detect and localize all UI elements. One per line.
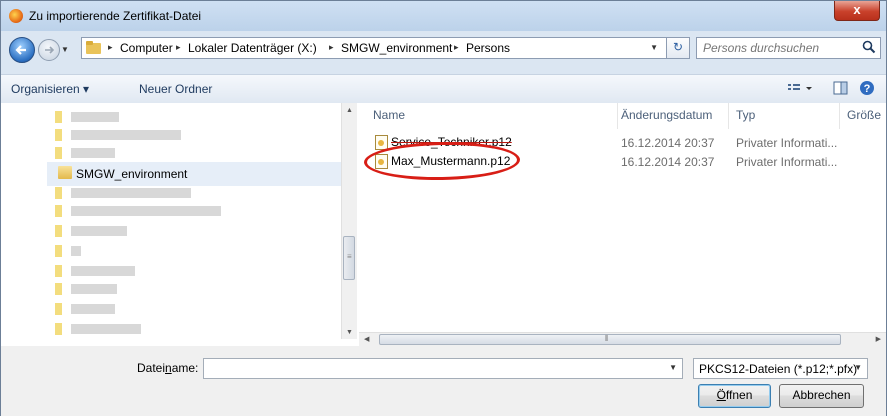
- back-arrow-icon: [15, 45, 26, 55]
- title-bar: Zu importierende Zertifikat-Datei x: [1, 1, 886, 31]
- breadcrumb-computer[interactable]: Computer: [120, 41, 173, 55]
- new-folder-button[interactable]: Neuer Ordner: [139, 82, 212, 96]
- folder-icon: [58, 166, 72, 179]
- scroll-left-arrow[interactable]: ◀: [364, 335, 369, 343]
- scroll-up-arrow[interactable]: ▲: [346, 107, 353, 114]
- close-button[interactable]: x: [834, 1, 880, 21]
- nav-item[interactable]: [55, 299, 335, 321]
- filter-value: PKCS12-Dateien (*.p12;*.pfx): [699, 362, 858, 376]
- scroll-thumb[interactable]: ≡: [343, 236, 355, 280]
- breadcrumb-separator: ▸: [329, 42, 334, 52]
- column-header-size[interactable]: Größe: [847, 108, 881, 122]
- dialog-footer: Dateiname: ▼ PKCS12-Dateien (*.p12;*.pfx…: [1, 346, 886, 416]
- column-divider: [617, 103, 618, 129]
- file-list-scrollbar[interactable]: ◀ ⦀ ▶: [359, 332, 886, 347]
- nav-item-smgw-environment[interactable]: SMGW_environment: [47, 162, 343, 186]
- breadcrumb-separator: ▸: [454, 42, 459, 52]
- search-input[interactable]: [703, 40, 853, 56]
- nav-item[interactable]: [55, 241, 335, 263]
- breadcrumb-separator: ▸: [176, 42, 181, 52]
- address-bar[interactable]: ▸ Computer ▸ Lokaler Datenträger (X:) ▸ …: [81, 37, 667, 59]
- forward-button[interactable]: [38, 39, 60, 61]
- file-type-filter[interactable]: PKCS12-Dateien (*.p12;*.pfx) ▼: [693, 358, 868, 379]
- column-divider: [728, 103, 729, 129]
- back-button[interactable]: [9, 37, 35, 63]
- navigation-bar: ▼ ▸ Computer ▸ Lokaler Datenträger (X:) …: [1, 31, 886, 65]
- refresh-button[interactable]: ↻: [666, 37, 690, 59]
- open-button[interactable]: Öffnen: [698, 384, 771, 408]
- window-title: Zu importierende Zertifikat-Datei: [29, 9, 202, 23]
- filename-label: Dateiname:: [137, 361, 199, 375]
- column-header-date[interactable]: Änderungsdatum: [621, 108, 712, 122]
- file-dialog: Zu importierende Zertifikat-Datei x ▼ ▸ …: [0, 0, 887, 416]
- forward-arrow-icon: [45, 46, 55, 54]
- column-header-name[interactable]: Name: [373, 108, 405, 122]
- chevron-down-icon[interactable]: ▼: [669, 363, 677, 372]
- scroll-down-arrow[interactable]: ▼: [346, 329, 353, 336]
- command-toolbar: Organisieren ▾ Neuer Ordner ?: [1, 74, 886, 104]
- search-icon: [862, 40, 876, 54]
- chevron-down-icon: ▼: [854, 363, 862, 372]
- breadcrumb-separator: ▸: [108, 42, 113, 52]
- history-dropdown[interactable]: ▼: [61, 45, 69, 54]
- nav-scrollbar[interactable]: ▲ ≡ ▼: [341, 103, 357, 339]
- nav-item[interactable]: [55, 201, 335, 223]
- nav-item[interactable]: [55, 221, 335, 243]
- file-date: 16.12.2014 20:37: [621, 155, 715, 169]
- nav-item-label: SMGW_environment: [76, 167, 188, 181]
- filename-field[interactable]: ▼: [203, 358, 683, 379]
- preview-pane-icon[interactable]: [833, 79, 849, 97]
- content-area: SMGW_environment ▲ ≡ ▼ Name Änderungsdat…: [1, 103, 886, 347]
- firefox-icon: [9, 9, 23, 23]
- folder-icon: [86, 41, 101, 54]
- file-type: Privater Informati...: [736, 136, 838, 150]
- scroll-thumb[interactable]: ⦀: [379, 334, 841, 345]
- address-dropdown[interactable]: ▼: [650, 43, 658, 52]
- organize-button[interactable]: Organisieren ▾: [11, 82, 89, 96]
- nav-item[interactable]: [55, 279, 335, 301]
- svg-text:?: ?: [864, 83, 871, 95]
- help-icon[interactable]: ?: [859, 79, 877, 97]
- breadcrumb-drive[interactable]: Lokaler Datenträger (X:): [188, 41, 317, 55]
- breadcrumb-smgw[interactable]: SMGW_environment: [341, 41, 452, 55]
- refresh-icon: ↻: [672, 40, 684, 54]
- column-header-type[interactable]: Typ: [736, 108, 755, 122]
- view-icon[interactable]: [786, 79, 814, 97]
- column-divider: [839, 103, 840, 129]
- cancel-button[interactable]: Abbrechen: [779, 384, 864, 408]
- navigation-pane[interactable]: [45, 103, 337, 339]
- breadcrumb-persons[interactable]: Persons: [466, 41, 510, 55]
- nav-item[interactable]: [55, 319, 335, 339]
- scroll-right-arrow[interactable]: ▶: [876, 335, 881, 343]
- file-date: 16.12.2014 20:37: [621, 136, 715, 150]
- file-list: Name Änderungsdatum Typ Größe Service_Te…: [359, 103, 886, 339]
- file-type: Privater Informati...: [736, 155, 838, 169]
- search-box[interactable]: [696, 37, 881, 59]
